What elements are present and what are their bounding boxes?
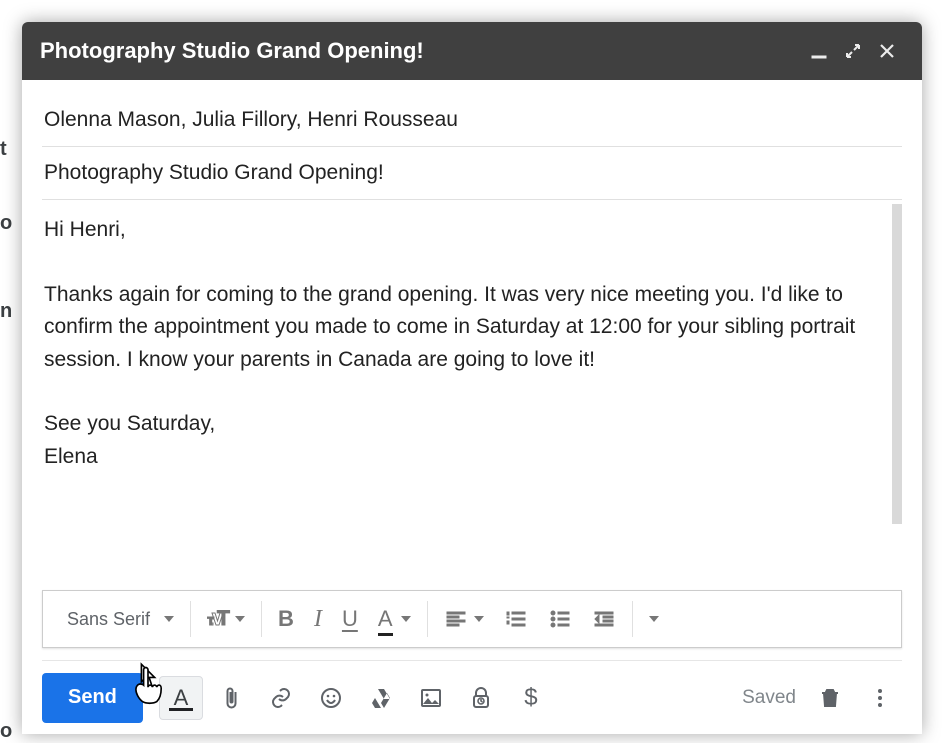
toolbar-divider	[190, 601, 191, 637]
more-formatting-dropdown[interactable]	[639, 597, 669, 641]
message-body[interactable]: Hi Henri, Thanks again for coming to the…	[42, 200, 902, 582]
align-dropdown[interactable]	[434, 597, 494, 641]
insert-link-button[interactable]	[259, 676, 303, 720]
font-size-dropdown[interactable]: тT	[197, 597, 255, 641]
minimize-button[interactable]	[802, 34, 836, 68]
window-title: Photography Studio Grand Opening!	[40, 38, 802, 64]
svg-text:T: T	[217, 607, 230, 630]
trash-icon	[818, 686, 842, 710]
toolbar-divider	[632, 601, 633, 637]
bg-fragment: o	[0, 212, 12, 235]
subject-field[interactable]: Photography Studio Grand Opening!	[42, 147, 902, 200]
insert-money-button[interactable]: $	[509, 676, 553, 720]
formatting-toolbar: Sans Serif тT B I U A	[42, 590, 902, 648]
titlebar: Photography Studio Grand Opening!	[22, 22, 922, 80]
text-color-icon: A	[378, 606, 393, 632]
insert-photo-button[interactable]	[409, 676, 453, 720]
chevron-down-icon	[401, 616, 411, 622]
image-icon	[419, 686, 443, 710]
compose-window: Photography Studio Grand Opening! Olenna…	[22, 22, 922, 734]
saved-indicator: Saved	[742, 687, 796, 709]
indent-less-button[interactable]	[582, 597, 626, 641]
bulleted-list-icon	[548, 607, 572, 631]
toolbar-divider	[427, 601, 428, 637]
underline-button[interactable]: U	[332, 597, 368, 641]
bold-button[interactable]: B	[268, 597, 304, 641]
numbered-list-button[interactable]	[494, 597, 538, 641]
font-family-label: Sans Serif	[67, 609, 150, 630]
paperclip-icon	[219, 686, 243, 710]
more-vert-icon	[868, 686, 892, 710]
font-family-dropdown[interactable]: Sans Serif	[53, 609, 184, 630]
attach-file-button[interactable]	[209, 676, 253, 720]
emoji-icon	[319, 686, 343, 710]
insert-drive-button[interactable]	[359, 676, 403, 720]
drive-icon	[369, 686, 393, 710]
svg-text:т: т	[207, 612, 214, 629]
chevron-down-icon	[235, 616, 245, 622]
confidential-mode-button[interactable]	[459, 676, 503, 720]
link-icon	[269, 686, 293, 710]
bulleted-list-button[interactable]	[538, 597, 582, 641]
bg-fragment: o	[0, 720, 12, 743]
discard-draft-button[interactable]	[808, 676, 852, 720]
formatting-options-button[interactable]: A	[159, 676, 203, 720]
numbered-list-icon	[504, 607, 528, 631]
toolbar-divider	[261, 601, 262, 637]
indent-less-icon	[592, 607, 616, 631]
expand-icon	[844, 42, 862, 60]
body-signoff: See you Saturday,	[44, 408, 898, 441]
italic-button[interactable]: I	[304, 597, 332, 641]
align-left-icon	[444, 607, 468, 631]
more-options-button[interactable]	[858, 676, 902, 720]
close-button[interactable]	[870, 34, 904, 68]
send-button[interactable]: Send	[42, 673, 143, 723]
text-color-dropdown[interactable]: A	[368, 597, 421, 641]
scrollbar[interactable]	[892, 204, 902, 524]
lock-clock-icon	[469, 686, 493, 710]
fullscreen-button[interactable]	[836, 34, 870, 68]
recipients-field[interactable]: Olenna Mason, Julia Fillory, Henri Rouss…	[42, 98, 902, 147]
compose-body: Olenna Mason, Julia Fillory, Henri Rouss…	[22, 80, 922, 582]
chevron-down-icon	[164, 616, 174, 622]
insert-emoji-button[interactable]	[309, 676, 353, 720]
close-icon	[878, 42, 896, 60]
body-signature-name: Elena	[44, 441, 898, 474]
minimize-icon	[810, 42, 828, 60]
chevron-down-icon	[649, 616, 659, 622]
font-size-icon: тT	[207, 607, 231, 631]
action-bar: Send A $ Saved	[42, 660, 902, 734]
chevron-down-icon	[474, 616, 484, 622]
body-greeting: Hi Henri,	[44, 214, 898, 247]
body-paragraph: Thanks again for coming to the grand ope…	[44, 279, 898, 377]
bg-fragment: t	[0, 138, 7, 161]
bg-fragment: n	[0, 300, 12, 323]
